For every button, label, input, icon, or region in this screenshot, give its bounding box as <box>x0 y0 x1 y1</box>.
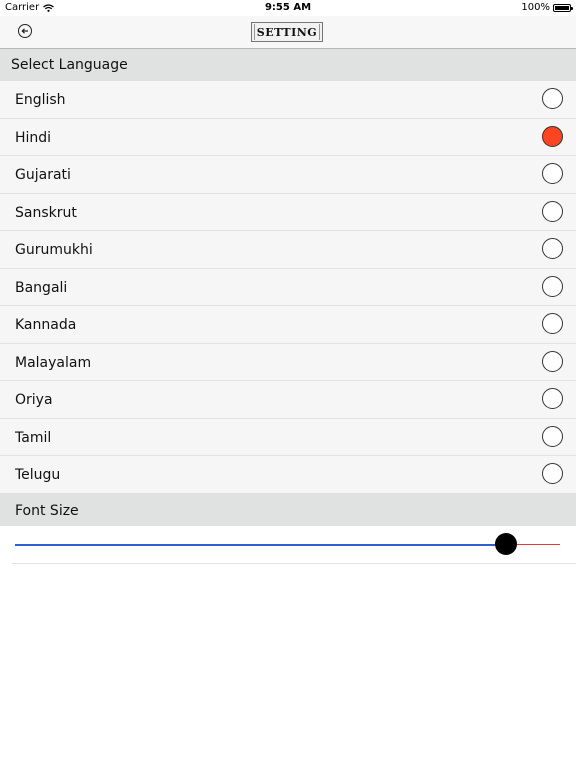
language-radio-button[interactable] <box>542 350 563 372</box>
language-label: Gujarati <box>15 167 71 183</box>
page-title-frame: SETTING <box>251 22 323 42</box>
battery-percent: 100% <box>521 2 550 13</box>
divider <box>12 563 576 564</box>
language-radio-button[interactable] <box>542 313 563 334</box>
language-label: Telugu <box>15 467 61 483</box>
page-title: SETTING <box>254 24 320 40</box>
language-row-telugu[interactable]: Telugu <box>0 456 576 494</box>
font-size-slider[interactable] <box>0 526 576 564</box>
status-right: 100% <box>521 2 573 13</box>
language-radio-button[interactable] <box>542 275 563 297</box>
status-bar: Carrier 9:55 AM 100% <box>0 0 576 16</box>
language-row-gurumukhi[interactable]: Gurumukhi <box>0 231 576 269</box>
language-label: Bangali <box>15 279 68 296</box>
language-row-kannada[interactable]: Kannada <box>0 306 576 344</box>
language-section-title: Select Language <box>11 57 128 73</box>
language-label: Sanskrut <box>15 204 77 221</box>
slider-thumb[interactable] <box>494 533 517 555</box>
back-arrow-circle-icon[interactable] <box>18 24 32 38</box>
language-row-bangali[interactable]: Bangali <box>0 268 576 306</box>
status-time: 9:55 AM <box>264 2 312 13</box>
font-size-section-header: Font Size <box>0 494 576 526</box>
language-radio-button[interactable] <box>542 463 563 484</box>
language-label: Tamil <box>15 429 52 446</box>
language-row-hindi[interactable]: Hindi <box>0 118 576 156</box>
battery-icon <box>553 3 573 12</box>
language-label: Gurumukhi <box>15 242 93 258</box>
language-radio-button[interactable] <box>542 88 563 109</box>
slider-min-track <box>15 544 506 546</box>
language-row-sanskrut[interactable]: Sanskrut <box>0 193 576 231</box>
language-radio-button[interactable] <box>542 200 563 222</box>
language-row-tamil[interactable]: Tamil <box>0 418 576 456</box>
language-radio-button[interactable] <box>542 163 563 184</box>
language-radio-button[interactable] <box>542 425 563 447</box>
language-row-gujarati[interactable]: Gujarati <box>0 156 576 194</box>
language-label: Hindi <box>15 129 52 146</box>
language-row-malayalam[interactable]: Malayalam <box>0 343 576 381</box>
language-row-oriya[interactable]: Oriya <box>0 381 576 419</box>
language-label: English <box>15 92 66 108</box>
font-size-section-title: Font Size <box>15 503 79 519</box>
language-label: Kannada <box>15 317 77 333</box>
navigation-bar: SETTING <box>0 16 576 49</box>
language-label: Malayalam <box>15 354 92 371</box>
language-radio-button[interactable] <box>542 125 563 147</box>
language-section-header: Select Language <box>0 49 576 81</box>
language-radio-button[interactable] <box>542 388 563 409</box>
language-radio-button[interactable] <box>542 238 563 259</box>
language-label: Oriya <box>15 392 53 408</box>
language-row-english[interactable]: English <box>0 81 576 119</box>
back-arrow-glyph <box>21 28 28 34</box>
language-list: English Hindi Gujarati Sanskrut Gurumukhi Ban… <box>0 81 576 494</box>
